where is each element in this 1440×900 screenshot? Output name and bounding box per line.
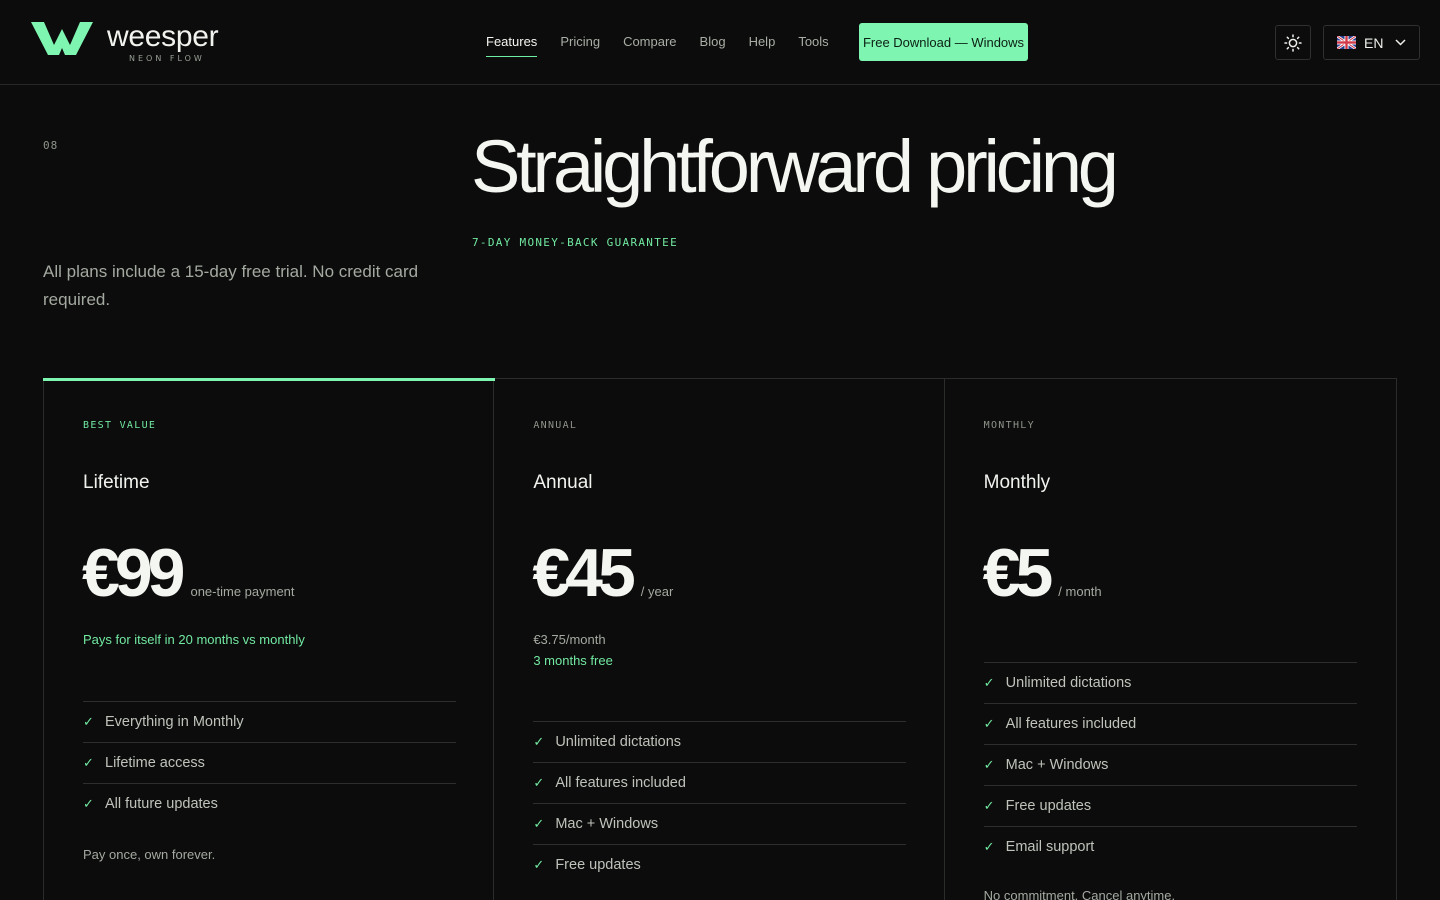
page-title: Straightforward pricing <box>471 125 1119 208</box>
feature-label: Mac + Windows <box>555 816 659 832</box>
nav-tools[interactable]: Tools <box>798 23 828 61</box>
check-icon: ✓ <box>983 839 995 854</box>
brand-logo[interactable]: weesper NEON FLOW <box>31 20 237 65</box>
plan-name: Lifetime <box>83 472 150 493</box>
feature-label: Free updates <box>1005 798 1092 814</box>
brand-tagline: NEON FLOW <box>129 54 205 63</box>
check-icon: ✓ <box>983 757 995 772</box>
check-icon: ✓ <box>983 716 995 731</box>
nav-pricing[interactable]: Pricing <box>560 23 600 61</box>
feature-item: ✓ All future updates <box>83 783 456 824</box>
feature-label: All features included <box>555 775 686 791</box>
plan-card-monthly: MONTHLY Monthly €5 / month ✓ Unlimited di… <box>945 379 1396 900</box>
plan-footnote: No commitment. Cancel anytime. <box>983 888 1176 900</box>
feature-label: All features included <box>1005 716 1137 732</box>
feature-item: ✓ Mac + Windows <box>983 744 1357 785</box>
nav-help[interactable]: Help <box>749 23 776 61</box>
check-icon: ✓ <box>83 755 94 770</box>
feature-item: ✓ All features included <box>533 762 907 803</box>
plan-card-lifetime: BEST VALUE Lifetime €99 one-time payment… <box>42 378 496 900</box>
plan-monthly-equivalent: €3.75/month <box>533 632 606 647</box>
plan-price-unit: one-time payment <box>190 584 295 599</box>
check-icon: ✓ <box>533 857 545 872</box>
feature-item: ✓ Free updates <box>533 844 907 885</box>
feature-label: Free updates <box>555 857 641 873</box>
feature-label: Unlimited dictations <box>555 734 682 750</box>
feature-label: Lifetime access <box>105 755 205 771</box>
feature-label: Mac + Windows <box>1005 757 1109 773</box>
price-row: €99 one-time payment <box>82 535 295 611</box>
plan-savings-note: Pays for itself in 20 months vs monthly <box>83 632 305 647</box>
plan-price: €45 <box>532 535 635 611</box>
check-icon: ✓ <box>533 816 545 831</box>
language-label: EN <box>1364 34 1384 51</box>
plan-tag: MONTHLY <box>983 420 1035 431</box>
feature-item: ✓ All features included <box>983 703 1357 744</box>
plan-price-unit: / year <box>640 584 674 599</box>
feature-label: Email support <box>1005 839 1095 855</box>
check-icon: ✓ <box>533 734 545 749</box>
section-number: 08 <box>43 139 59 152</box>
check-icon: ✓ <box>83 796 94 811</box>
check-icon: ✓ <box>983 798 995 813</box>
nav-compare[interactable]: Compare <box>623 23 676 61</box>
plan-card-annual: ANNUAL Annual €45 / year €3.75/month 3 m… <box>494 379 945 900</box>
chevron-down-icon <box>1395 39 1406 46</box>
feature-label: Everything in Monthly <box>105 714 244 730</box>
main-nav: Features Pricing Compare Blog Help Tools <box>486 23 852 61</box>
nav-blog[interactable]: Blog <box>700 23 726 61</box>
feature-item: ✓ Everything in Monthly <box>83 701 456 742</box>
plan-savings-note: 3 months free <box>533 653 613 668</box>
brand-name: weesper <box>107 20 219 53</box>
plan-tag: ANNUAL <box>533 420 578 431</box>
download-button[interactable]: Free Download — Windows <box>859 23 1028 61</box>
feature-label: All future updates <box>105 796 218 812</box>
plan-price: €99 <box>82 535 185 611</box>
feature-item: ✓ Email support <box>983 826 1357 867</box>
price-row: €45 / year <box>532 535 673 611</box>
plan-footnote: Pay once, own forever. <box>83 847 216 862</box>
uk-flag-icon <box>1337 36 1356 49</box>
theme-toggle-button[interactable] <box>1275 25 1311 60</box>
language-selector[interactable]: EN <box>1323 25 1420 60</box>
guarantee-label: 7-DAY MONEY-BACK GUARANTEE <box>472 236 678 249</box>
feature-list: ✓ Unlimited dictations ✓ All features incl… <box>983 662 1357 867</box>
site-header: weesper NEON FLOW Features Pricing Compa… <box>0 0 1440 85</box>
plan-price-unit: / month <box>1058 584 1102 599</box>
feature-item: ✓ Unlimited dictations <box>533 721 907 762</box>
feature-item: ✓ Mac + Windows <box>533 803 907 844</box>
check-icon: ✓ <box>83 714 94 729</box>
feature-item: ✓ Free updates <box>983 785 1357 826</box>
check-icon: ✓ <box>983 675 995 690</box>
plan-name: Monthly <box>983 472 1051 493</box>
plan-tag: BEST VALUE <box>83 420 157 431</box>
sun-icon <box>1284 33 1302 52</box>
plan-price: €5 <box>982 535 1054 611</box>
feature-label: Unlimited dictations <box>1005 675 1132 691</box>
pricing-plans: BEST VALUE Lifetime €99 one-time payment… <box>42 378 1397 900</box>
feature-list: ✓ Everything in Monthly ✓ Lifetime access … <box>83 701 456 824</box>
feature-item: ✓ Lifetime access <box>83 742 456 783</box>
feature-list: ✓ Unlimited dictations ✓ All features incl… <box>533 721 907 885</box>
hero-subtitle: All plans include a 15-day free trial. N… <box>43 262 419 309</box>
price-row: €5 / month <box>983 535 1102 611</box>
plan-name: Annual <box>533 472 593 493</box>
nav-features[interactable]: Features <box>486 23 538 61</box>
check-icon: ✓ <box>533 775 545 790</box>
logo-mark-icon <box>31 22 93 55</box>
feature-item: ✓ Unlimited dictations <box>983 662 1357 703</box>
